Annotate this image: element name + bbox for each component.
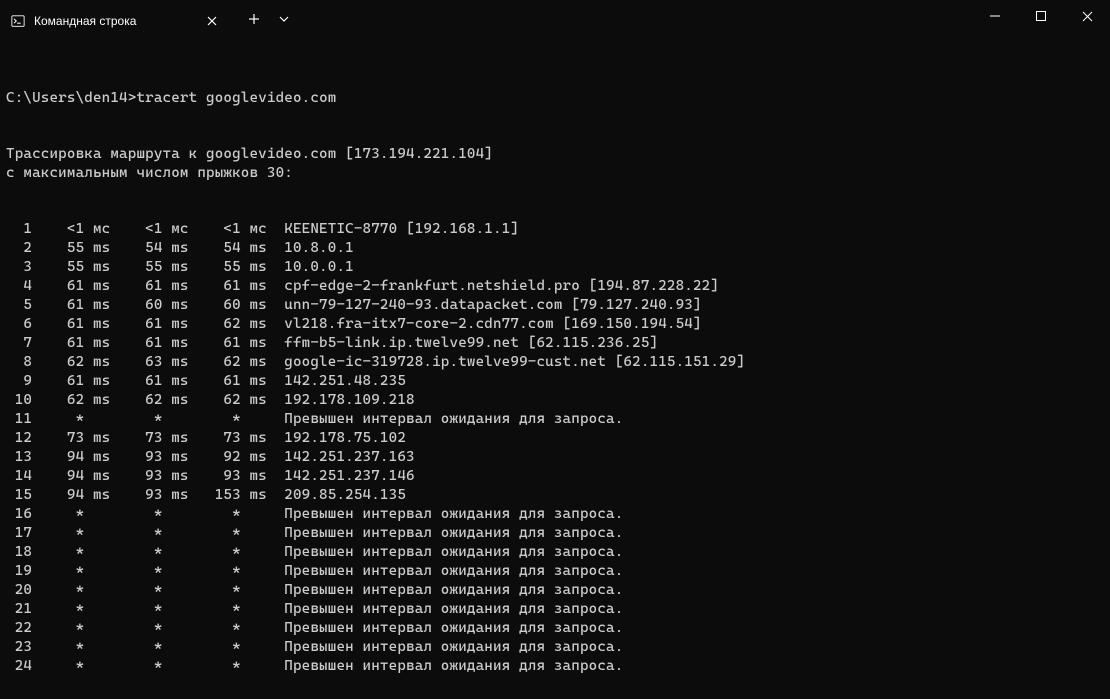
hop-row: 17 * * * Превышен интервал ожидания для … <box>6 524 1104 543</box>
hop-row: 19 * * * Превышен интервал ожидания для … <box>6 562 1104 581</box>
titlebar: Командная строка <box>0 0 1110 38</box>
new-tab-button[interactable] <box>238 3 270 35</box>
hop-row: 14 94 ms 93 ms 93 ms 142.251.237.146 <box>6 467 1104 486</box>
trace-header: Трассировка маршрута к googlevideo.com [… <box>6 145 1104 183</box>
hop-row: 9 61 ms 61 ms 61 ms 142.251.48.235 <box>6 372 1104 391</box>
hop-row: 16 * * * Превышен интервал ожидания для … <box>6 505 1104 524</box>
hop-row: 2 55 ms 54 ms 54 ms 10.8.0.1 <box>6 239 1104 258</box>
tab-command-prompt[interactable]: Командная строка <box>0 4 230 38</box>
hop-row: 6 61 ms 61 ms 62 ms vl218.fra-itx7-core-… <box>6 315 1104 334</box>
maximize-button[interactable] <box>1018 0 1064 32</box>
tab-dropdown-button[interactable] <box>270 3 298 35</box>
hop-row: 15 94 ms 93 ms 153 ms 209.85.254.135 <box>6 486 1104 505</box>
close-tab-button[interactable] <box>204 13 220 29</box>
hop-row: 18 * * * Превышен интервал ожидания для … <box>6 543 1104 562</box>
hop-row: 12 73 ms 73 ms 73 ms 192.178.75.102 <box>6 429 1104 448</box>
hop-row: 20 * * * Превышен интервал ожидания для … <box>6 581 1104 600</box>
window-controls <box>972 0 1110 32</box>
hop-row: 13 94 ms 93 ms 92 ms 142.251.237.163 <box>6 448 1104 467</box>
prompt-command: tracert googlevideo.com <box>136 90 336 106</box>
tab-title: Командная строка <box>34 14 196 28</box>
hop-row: 5 61 ms 60 ms 60 ms unn-79-127-240-93.da… <box>6 296 1104 315</box>
hop-row: 1 <1 мс <1 мс <1 мс KEENETIC-8770 [192.1… <box>6 220 1104 239</box>
close-window-button[interactable] <box>1064 0 1110 32</box>
tab-strip: Командная строка <box>0 0 298 38</box>
prompt-path: C:\Users\den14> <box>6 90 136 106</box>
hop-row: 7 61 ms 61 ms 61 ms ffm-b5-link.ip.twelv… <box>6 334 1104 353</box>
hop-row: 3 55 ms 55 ms 55 ms 10.0.0.1 <box>6 258 1104 277</box>
hop-row: 22 * * * Превышен интервал ожидания для … <box>6 619 1104 638</box>
hop-row: 23 * * * Превышен интервал ожидания для … <box>6 638 1104 657</box>
hop-list: 1 <1 мс <1 мс <1 мс KEENETIC-8770 [192.1… <box>6 220 1104 676</box>
minimize-button[interactable] <box>972 0 1018 32</box>
hop-row: 24 * * * Превышен интервал ожидания для … <box>6 657 1104 676</box>
hop-row: 11 * * * Превышен интервал ожидания для … <box>6 410 1104 429</box>
hop-row: 8 62 ms 63 ms 62 ms google-ic-319728.ip.… <box>6 353 1104 372</box>
trace-line2: с максимальным числом прыжков 30: <box>6 165 293 181</box>
terminal-icon <box>10 13 26 29</box>
trace-line1: Трассировка маршрута к googlevideo.com [… <box>6 146 493 162</box>
hop-row: 4 61 ms 61 ms 61 ms cpf-edge-2-frankfurt… <box>6 277 1104 296</box>
hop-row: 10 62 ms 62 ms 62 ms 192.178.109.218 <box>6 391 1104 410</box>
hop-row: 21 * * * Превышен интервал ожидания для … <box>6 600 1104 619</box>
prompt-line: C:\Users\den14>tracert googlevideo.com <box>6 89 1104 108</box>
terminal-output[interactable]: C:\Users\den14>tracert googlevideo.com Т… <box>0 38 1110 699</box>
